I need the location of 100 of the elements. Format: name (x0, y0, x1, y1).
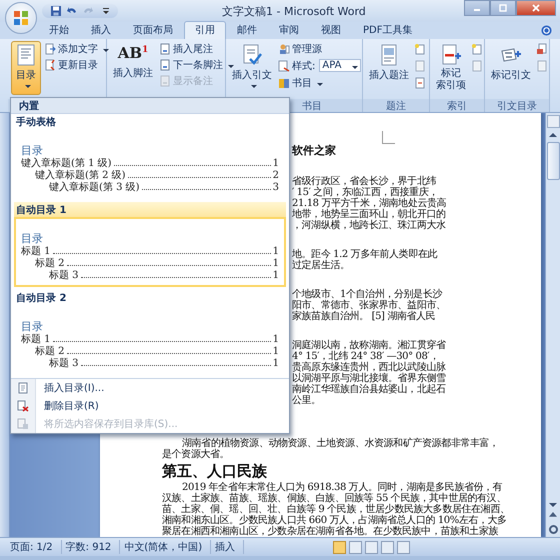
page-icon[interactable] (414, 60, 426, 72)
group-label: 索引 (447, 100, 467, 112)
preview-entry: 标题 3 (49, 358, 79, 370)
caret-icon (24, 85, 30, 88)
insert-mode[interactable]: 插入 (211, 540, 244, 554)
restore-button[interactable] (490, 0, 516, 16)
insert-footnote-button[interactable]: AB$^{1}$ 插入脚注 (110, 41, 156, 83)
preview-entry: 标题 2 (35, 258, 65, 270)
text-line: 2019 年全省年末常住人口为 6918.38 万人。同时，湖南是多民族省份，有 (182, 482, 502, 493)
ribbon-tab[interactable]: 审阅 (268, 21, 310, 39)
insert-caption-button[interactable]: 插入题注 (366, 41, 412, 85)
gallery-item[interactable]: 手动表格 目录 键入章标题(第 1 级) 1 键入章标题(第 2 级) 2 键入章标题(第 3 级) 3 (11, 114, 289, 202)
ribbon-tab[interactable]: 开始 (38, 21, 80, 39)
ruler-toggle-icon[interactable] (546, 115, 560, 128)
word-count[interactable]: 字数: 912 (62, 540, 120, 554)
text-line: 4° 15′，北纬 24° 38′ —30° 08′， (292, 351, 439, 362)
minimize-button[interactable] (464, 0, 490, 16)
print-layout-icon[interactable] (333, 540, 346, 554)
page-note-icon (159, 58, 171, 70)
preview-entry: 键入章标题(第 3 级) (49, 182, 140, 194)
preview-entry: 标题 1 (21, 246, 51, 258)
delete-page-icon (17, 400, 29, 412)
group-label: 引文目录 (497, 100, 537, 112)
manage-sources-button[interactable]: 管理源 (277, 41, 362, 56)
gallery-item-title: 自动目录 2 (16, 292, 66, 304)
page-count[interactable]: 页面: 1/2 (6, 540, 62, 554)
ribbon-tab[interactable]: 邮件 (226, 21, 268, 39)
vertical-scrollbar[interactable] (545, 113, 560, 537)
text-line: 阳市、常德市、张家界市、益阳市、 (292, 300, 446, 311)
gallery-item[interactable]: 自动目录 2 目录 标题 1 1 标题 2 1 标题 3 1 (11, 290, 289, 378)
preview-page-number: 1 (272, 246, 279, 258)
caret-icon (317, 82, 323, 86)
menu-item[interactable]: 删除目录(R) (11, 397, 289, 415)
page-picture-icon[interactable] (536, 43, 548, 55)
document-heading: 第五、人口民族 (162, 462, 267, 480)
ribbon-command[interactable]: 下一条脚注 (158, 57, 235, 72)
book-icon (278, 76, 290, 88)
gallery-item-title: 自动目录 1 (16, 204, 66, 216)
preview-page-number: 1 (272, 270, 279, 282)
preview-heading: 目录 (21, 144, 43, 157)
ribbon-command[interactable]: 更新目录 (43, 57, 110, 72)
style-dropdown[interactable]: APA (319, 59, 362, 72)
ribbon-tab[interactable]: 页面布局 (122, 21, 184, 39)
caret-icon (228, 64, 234, 68)
ribbon-tab[interactable]: 引用 (184, 21, 226, 39)
page-plus-icon (440, 44, 462, 66)
save-icon[interactable] (50, 5, 62, 17)
scroll-down-icon[interactable] (549, 503, 557, 507)
preview-page-number: 1 (272, 158, 279, 170)
preview-page-number: 1 (272, 346, 279, 358)
ribbon-tab[interactable]: 视图 (310, 21, 352, 39)
close-button[interactable] (516, 0, 556, 16)
preview-entry: 键入章标题(第 1 级) (21, 158, 112, 170)
text-line: ′ 15′ 之间，东临江西，西接重庆， (292, 187, 438, 198)
preview-heading: 目录 (21, 232, 43, 245)
text-line: 过定居生活。 (292, 260, 350, 271)
office-logo-icon (13, 10, 29, 26)
ribbon-tab[interactable]: 插入 (80, 21, 122, 39)
save-page-icon (17, 418, 29, 430)
menu-section-title: 内置 (19, 100, 39, 112)
text-line: 省级行政区，省会长沙，界于北纬 (292, 176, 436, 187)
people-icon (278, 42, 290, 54)
text-line: 公里。 (292, 395, 321, 406)
ribbon-tab[interactable]: PDF工具集 (352, 21, 424, 39)
page-icon[interactable] (536, 60, 548, 72)
text-line: 21.18 万平方千米，湖南地处云贵高 (292, 198, 446, 209)
text-line: 湖南省的植物资源、动物资源、土地资源、水资源和矿产资源都非常丰富， (182, 438, 499, 449)
text-line: 贵高原东缘连贵州，西北以武陵山脉 (292, 362, 446, 373)
preview-page-number: 1 (272, 358, 279, 370)
scroll-thumb[interactable] (546, 142, 560, 180)
group-label: 题注 (386, 100, 406, 112)
customize-caret-icon[interactable] (102, 7, 110, 15)
text-line: 洞庭湖以南，故称湖南。湘江贯穿省 (292, 340, 446, 351)
document-heading: 软件之家 (292, 144, 336, 157)
new-page-icon[interactable] (471, 43, 483, 55)
text-line: 汉族、土家族、苗族、瑶族、侗族、白族、回族等 55 个民族，其中世居的有汉、 (162, 493, 506, 504)
menu-item[interactable]: 插入目录(I)... (11, 379, 289, 397)
text-line: ，河湖纵横，地跨长江、珠江两大水 (292, 220, 446, 231)
text-line: 南岭江华瑶族自治县姑婆山，北起石 (292, 384, 446, 395)
page-icon[interactable] (471, 60, 483, 72)
preview-entry: 键入章标题(第 2 级) (35, 170, 126, 182)
table-of-contents-button[interactable]: 目录 (11, 41, 41, 95)
new-page-icon[interactable] (414, 43, 426, 55)
mark-citation-button[interactable]: 标记引文 (488, 41, 534, 85)
text-line: 是个资源大省。 (162, 449, 230, 460)
ribbon-command[interactable]: 添加文字 (43, 41, 110, 56)
mark-entry-button[interactable]: 标记 索引项 (433, 41, 469, 95)
language-indicator[interactable]: 中文(简体，中国) (120, 540, 212, 554)
text-line: 个地级市、1个自治州，分别是长沙 (292, 289, 442, 300)
text-line: 地带，地势呈三面环山，朝北开口的 (292, 209, 446, 220)
help-icon[interactable] (541, 25, 552, 36)
group-label: 书目 (302, 100, 322, 112)
close-icon (531, 4, 541, 12)
text-line: 家族苗族自治州。 [5] 湖南省人民 (292, 311, 436, 322)
browse-object-icon[interactable] (548, 525, 558, 534)
page-check-icon (241, 44, 263, 66)
scroll-up-icon[interactable] (549, 133, 557, 137)
document-list-icon (15, 44, 37, 66)
text-line: 湘南和湘东山区。少数民族人口共 660 万人，占湖南省总人口的 10%左右，大多 (162, 515, 507, 526)
bibliography-button[interactable]: 书目 (277, 75, 362, 90)
